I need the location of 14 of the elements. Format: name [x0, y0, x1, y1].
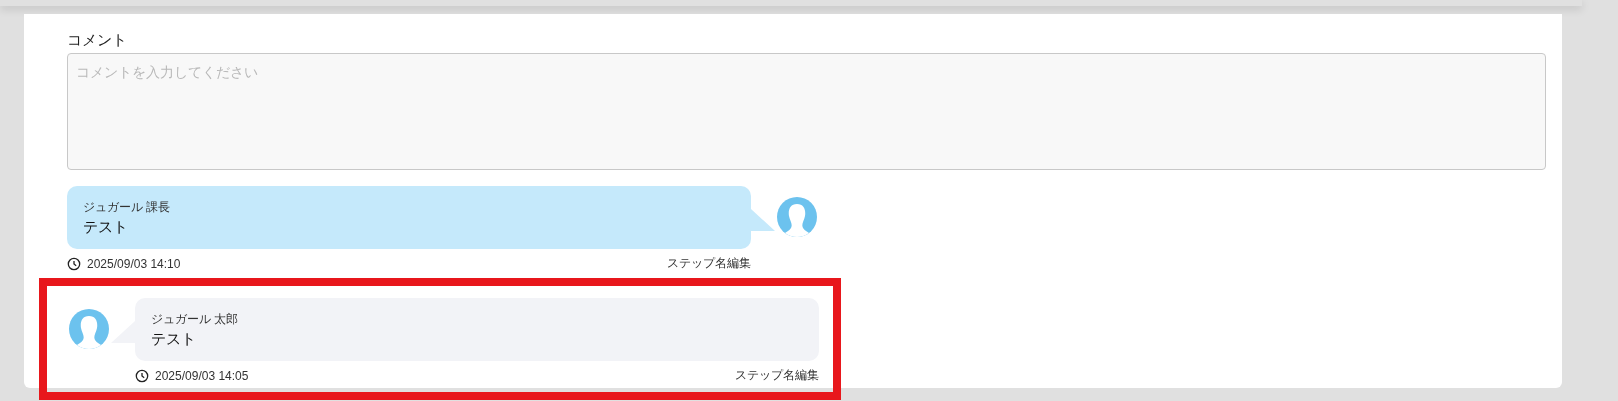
comment-time: 2025/09/03 14:05 — [155, 368, 249, 383]
comment-text: テスト — [151, 330, 197, 349]
clock-icon — [67, 256, 81, 271]
comment-time: 2025/09/03 14:10 — [87, 256, 181, 271]
step-name: ステップ名編集 — [735, 367, 819, 384]
avatar-icon — [69, 308, 109, 349]
comment-field[interactable]: コメントを入力してください — [67, 53, 1546, 170]
comment-text: テスト — [83, 218, 129, 237]
comment-label: コメント — [67, 31, 128, 50]
step-name: ステップ名編集 — [667, 255, 751, 272]
author-name: ジュガール 太郎 — [151, 311, 240, 328]
clock-icon — [135, 368, 149, 383]
author-name: ジュガール 課長 — [83, 199, 172, 216]
avatar-icon — [777, 196, 817, 237]
